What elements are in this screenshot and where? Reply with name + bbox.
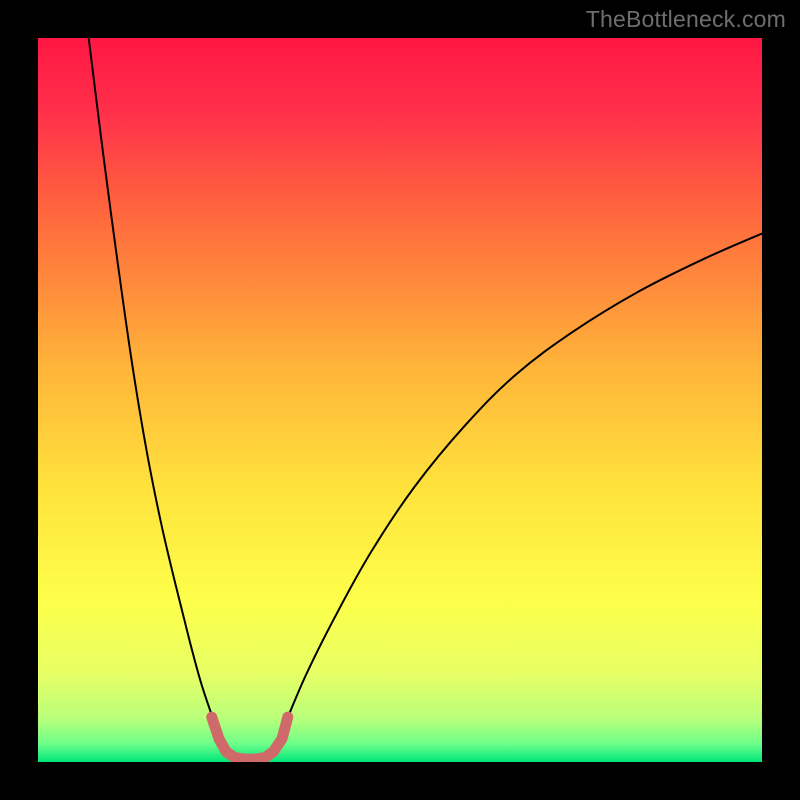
plot-area [38,38,762,762]
chart-frame: TheBottleneck.com [0,0,800,800]
gradient-background [38,38,762,762]
watermark-text: TheBottleneck.com [586,6,786,33]
chart-svg [38,38,762,762]
